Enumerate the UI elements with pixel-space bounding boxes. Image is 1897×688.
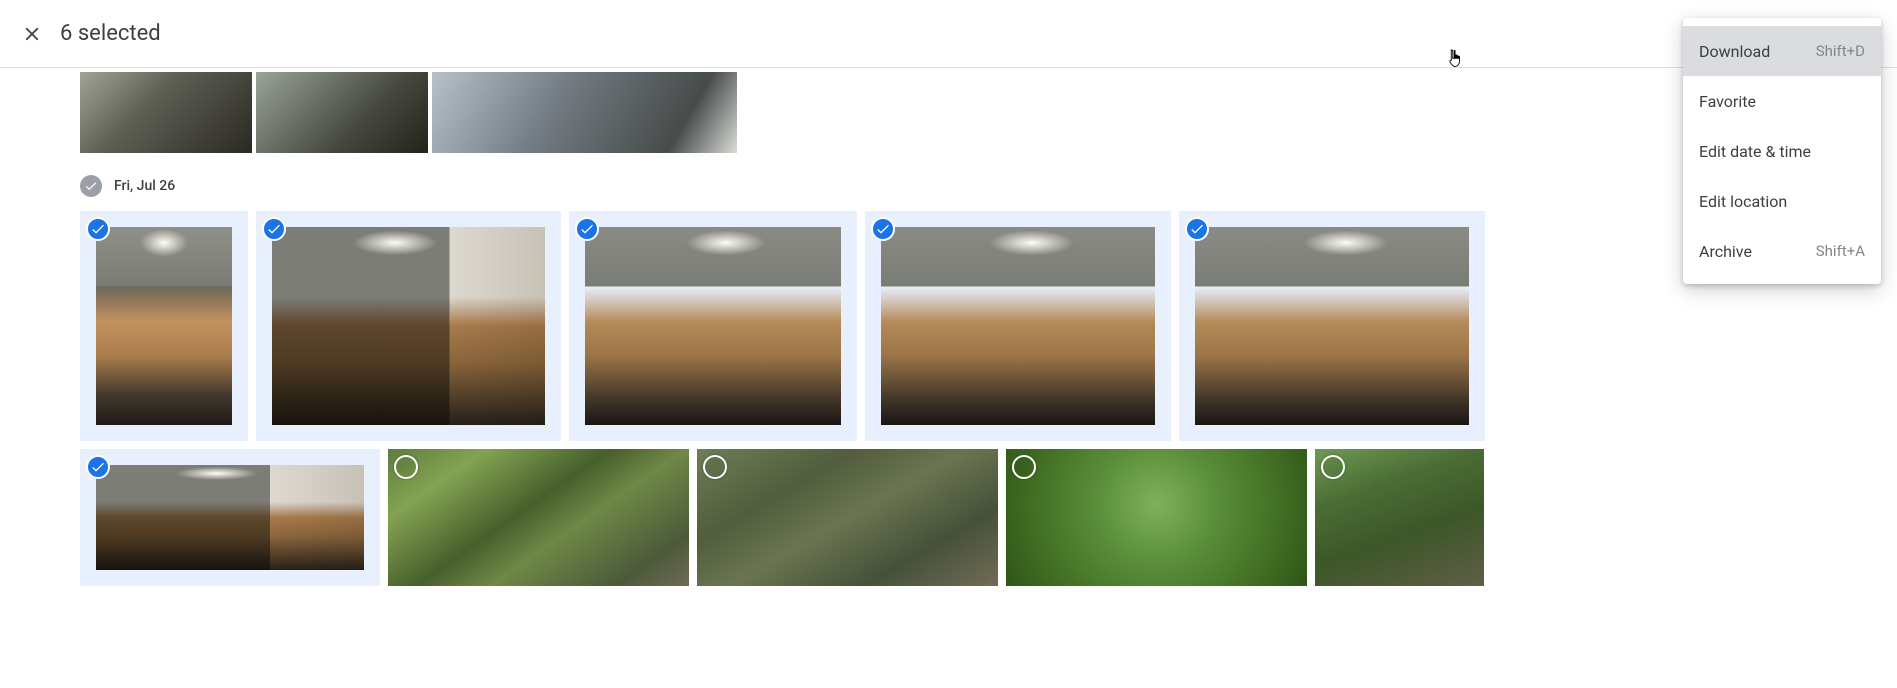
menu-item-edit-location[interactable]: Edit location [1683, 176, 1881, 226]
photo-image [585, 227, 841, 425]
photo-select-checkbox[interactable] [575, 217, 599, 241]
checkmark-icon [84, 179, 98, 193]
photo-image [388, 449, 689, 586]
photo-thumbnail[interactable] [388, 449, 689, 586]
photo-select-checkbox[interactable] [1321, 455, 1345, 479]
previous-group-peek [80, 72, 1817, 153]
photo-image [272, 227, 545, 425]
photo-thumbnail[interactable] [1006, 449, 1307, 586]
photo-thumbnail[interactable] [256, 72, 428, 153]
photo-row [80, 211, 1817, 441]
photo-row [80, 449, 1817, 586]
photo-select-checkbox[interactable] [871, 217, 895, 241]
menu-item-label: Download [1699, 42, 1770, 61]
photo-thumbnail[interactable] [1179, 211, 1485, 441]
date-group-header[interactable]: Fri, Jul 26 [80, 175, 1817, 197]
photo-thumbnail[interactable] [80, 72, 252, 153]
selection-header: 6 selected [0, 0, 1897, 68]
photo-thumbnail[interactable] [865, 211, 1171, 441]
select-day-checkbox[interactable] [80, 175, 102, 197]
menu-item-label: Edit date & time [1699, 142, 1811, 161]
menu-item-label: Edit location [1699, 192, 1787, 211]
photo-image [96, 227, 232, 425]
close-selection-button[interactable] [12, 14, 52, 54]
photo-image [1006, 449, 1307, 586]
menu-item-shortcut: Shift+D [1816, 42, 1865, 60]
selection-count: 6 selected [60, 21, 161, 46]
photo-image [96, 465, 364, 570]
close-icon [21, 23, 43, 45]
menu-item-favorite[interactable]: Favorite [1683, 76, 1881, 126]
photo-thumbnail[interactable] [432, 72, 737, 153]
photo-thumbnail[interactable] [256, 211, 561, 441]
photo-select-checkbox[interactable] [1185, 217, 1209, 241]
menu-item-archive[interactable]: Archive Shift+A [1683, 226, 1881, 276]
date-label: Fri, Jul 26 [114, 178, 175, 194]
photo-thumbnail[interactable] [569, 211, 857, 441]
photo-select-checkbox[interactable] [86, 455, 110, 479]
context-menu: Download Shift+D Favorite Edit date & time E… [1683, 18, 1881, 284]
photo-image [1195, 227, 1469, 425]
photo-select-checkbox[interactable] [262, 217, 286, 241]
menu-item-edit-date-time[interactable]: Edit date & time [1683, 126, 1881, 176]
photo-thumbnail[interactable] [80, 211, 248, 441]
photo-select-checkbox[interactable] [1012, 455, 1036, 479]
photo-thumbnail[interactable] [697, 449, 998, 586]
photo-select-checkbox[interactable] [394, 455, 418, 479]
menu-item-shortcut: Shift+A [1816, 242, 1865, 260]
photo-grid: Fri, Jul 26 [0, 72, 1897, 586]
photo-select-checkbox[interactable] [86, 217, 110, 241]
photo-image [697, 449, 998, 586]
photo-select-checkbox[interactable] [703, 455, 727, 479]
menu-item-label: Archive [1699, 242, 1752, 261]
menu-item-label: Favorite [1699, 92, 1756, 111]
photo-thumbnail[interactable] [1315, 449, 1484, 586]
menu-item-download[interactable]: Download Shift+D [1683, 26, 1881, 76]
photo-thumbnail[interactable] [80, 449, 380, 586]
photo-image [881, 227, 1155, 425]
